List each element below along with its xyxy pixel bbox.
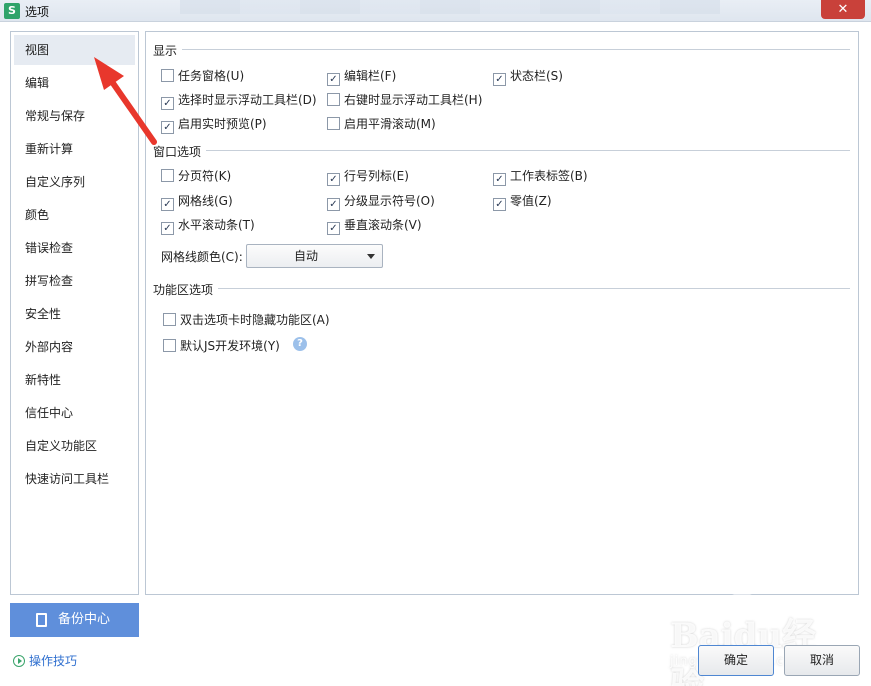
option-vertical-scrollbar[interactable]: 垂直滚动条(V) <box>327 216 422 235</box>
chevron-down-icon <box>367 254 375 259</box>
option-default-js-env[interactable]: 默认JS开发环境(Y) <box>163 337 280 354</box>
option-label: 任务窗格(U) <box>178 69 245 83</box>
sidebar-item-error-check[interactable]: 错误检查 <box>14 233 135 263</box>
sidebar-item-custom-ribbon[interactable]: 自定义功能区 <box>14 431 135 461</box>
option-dblclick-hide-ribbon[interactable]: 双击选项卡时隐藏功能区(A) <box>163 311 330 328</box>
background-strip <box>180 0 720 14</box>
sidebar-item-quick-access[interactable]: 快速访问工具栏 <box>14 464 135 494</box>
play-icon <box>13 655 25 667</box>
option-sheet-tabs[interactable]: 工作表标签(B) <box>493 167 588 186</box>
checkbox[interactable] <box>161 69 174 82</box>
option-gridlines[interactable]: 网格线(G) <box>161 192 233 211</box>
checkbox[interactable] <box>327 117 340 130</box>
checkbox[interactable] <box>161 169 174 182</box>
option-status-bar[interactable]: 状态栏(S) <box>493 67 563 86</box>
paw-logo-icon <box>725 592 759 626</box>
window-options-section-title: 窗口选项 <box>153 145 202 159</box>
operation-tips-link[interactable]: 操作技巧 <box>13 652 77 669</box>
sidebar-item-general-save[interactable]: 常规与保存 <box>14 101 135 131</box>
ribbon-section-title: 功能区选项 <box>153 283 214 297</box>
option-label: 分页符(K) <box>178 169 232 183</box>
checkbox[interactable] <box>161 97 174 110</box>
display-section-title: 显示 <box>153 44 178 58</box>
option-label: 启用实时预览(P) <box>178 117 267 131</box>
option-outline-symbols[interactable]: 分级显示符号(O) <box>327 192 435 211</box>
section-divider <box>206 150 850 151</box>
option-formula-bar[interactable]: 编辑栏(F) <box>327 67 396 86</box>
sidebar-item-spell-check[interactable]: 拼写检查 <box>14 266 135 296</box>
sidebar-item-recalc[interactable]: 重新计算 <box>14 134 135 164</box>
sidebar-item-custom-lists[interactable]: 自定义序列 <box>14 167 135 197</box>
option-floating-toolbar-select[interactable]: 选择时显示浮动工具栏(D) <box>161 91 317 110</box>
close-icon: ✕ <box>837 2 849 17</box>
sidebar-item-edit[interactable]: 编辑 <box>14 68 135 98</box>
backup-icon <box>36 613 47 627</box>
option-task-pane[interactable]: 任务窗格(U) <box>161 67 244 84</box>
option-label: 默认JS开发环境(Y) <box>180 339 280 353</box>
option-label: 垂直滚动条(V) <box>344 218 422 232</box>
checkbox[interactable] <box>163 313 176 326</box>
option-label: 启用平滑滚动(M) <box>344 117 436 131</box>
help-icon[interactable]: ? <box>293 337 307 351</box>
section-divider <box>218 288 850 289</box>
operation-tips-label: 操作技巧 <box>29 654 78 668</box>
checkbox[interactable] <box>327 73 340 86</box>
option-label: 分级显示符号(O) <box>344 194 435 208</box>
option-floating-toolbar-right-click[interactable]: 右键时显示浮动工具栏(H) <box>327 91 482 108</box>
gridline-color-label: 网格线颜色(C): <box>161 250 243 264</box>
gridline-color-select[interactable]: 自动 <box>246 244 383 268</box>
options-panel: 显示 任务窗格(U) 编辑栏(F) 状态栏(S) 选择时显示浮动工具栏(D) 右… <box>145 31 859 595</box>
checkbox[interactable] <box>161 198 174 211</box>
option-zero-values[interactable]: 零值(Z) <box>493 192 552 211</box>
ok-button[interactable]: 确定 <box>698 645 774 676</box>
checkbox[interactable] <box>493 73 506 86</box>
option-label: 状态栏(S) <box>510 69 563 83</box>
checkbox[interactable] <box>161 222 174 235</box>
option-label: 双击选项卡时隐藏功能区(A) <box>180 313 330 327</box>
option-label: 网格线(G) <box>178 194 233 208</box>
option-label: 水平滚动条(T) <box>178 218 255 232</box>
option-label: 选择时显示浮动工具栏(D) <box>178 93 317 107</box>
option-label: 工作表标签(B) <box>510 169 588 183</box>
checkbox[interactable] <box>327 93 340 106</box>
sidebar-item-security[interactable]: 安全性 <box>14 299 135 329</box>
option-label: 编辑栏(F) <box>344 69 397 83</box>
checkbox[interactable] <box>161 121 174 134</box>
window-title: 选项 <box>25 5 50 19</box>
option-horizontal-scrollbar[interactable]: 水平滚动条(T) <box>161 216 255 235</box>
title-bar: S 选项 ✕ <box>0 0 871 22</box>
sidebar-item-color[interactable]: 颜色 <box>14 200 135 230</box>
option-label: 零值(Z) <box>510 194 552 208</box>
backup-center-button[interactable]: 备份中心 <box>10 603 139 637</box>
option-page-breaks[interactable]: 分页符(K) <box>161 167 231 184</box>
option-row-col-headers[interactable]: 行号列标(E) <box>327 167 409 186</box>
option-label: 行号列标(E) <box>344 169 409 183</box>
backup-center-label: 备份中心 <box>58 612 111 627</box>
category-sidebar: 视图 编辑 常规与保存 重新计算 自定义序列 颜色 错误检查 拼写检查 安全性 … <box>10 31 139 595</box>
checkbox[interactable] <box>163 339 176 352</box>
checkbox[interactable] <box>327 173 340 186</box>
sidebar-item-new-features[interactable]: 新特性 <box>14 365 135 395</box>
sidebar-item-trust-center[interactable]: 信任中心 <box>14 398 135 428</box>
option-label: 右键时显示浮动工具栏(H) <box>344 93 483 107</box>
app-icon: S <box>4 3 20 19</box>
close-button[interactable]: ✕ <box>821 0 865 19</box>
checkbox[interactable] <box>493 198 506 211</box>
checkbox[interactable] <box>327 198 340 211</box>
gridline-color-value: 自动 <box>293 249 318 263</box>
sidebar-item-external[interactable]: 外部内容 <box>14 332 135 362</box>
option-smooth-scroll[interactable]: 启用平滑滚动(M) <box>327 115 436 132</box>
checkbox[interactable] <box>327 222 340 235</box>
section-divider <box>182 49 850 50</box>
checkbox[interactable] <box>493 173 506 186</box>
option-live-preview[interactable]: 启用实时预览(P) <box>161 115 267 134</box>
cancel-button[interactable]: 取消 <box>784 645 860 676</box>
sidebar-item-view[interactable]: 视图 <box>14 35 135 65</box>
